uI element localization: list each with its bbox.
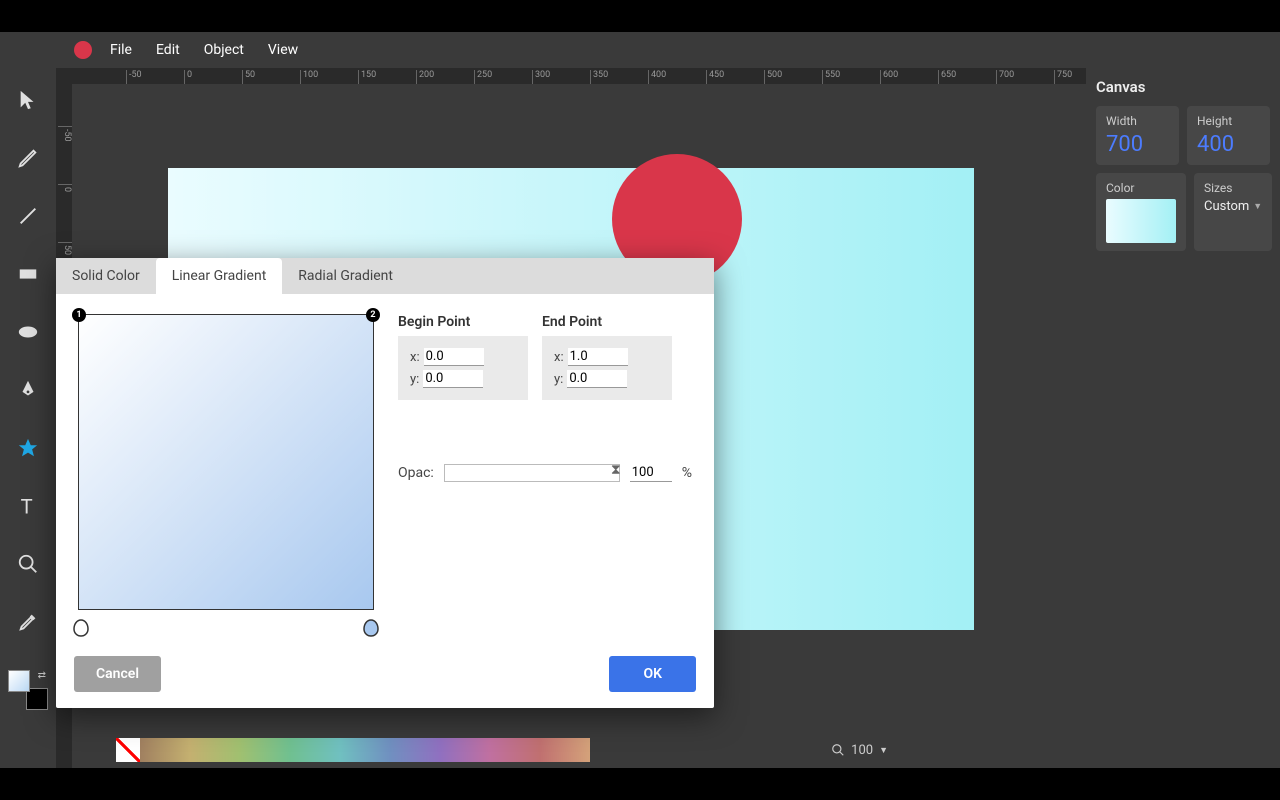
right-panel: Canvas Width 700 Height 400 Color Sizes bbox=[1086, 68, 1280, 768]
ruler-tick: 0 bbox=[58, 184, 72, 192]
end-point-title: End Point bbox=[542, 314, 672, 330]
zoom-indicator[interactable]: 100 ▼ bbox=[831, 743, 888, 758]
begin-point-title: Begin Point bbox=[398, 314, 528, 330]
tab-solid-color[interactable]: Solid Color bbox=[56, 258, 156, 294]
ruler-tick: 50 bbox=[242, 70, 255, 84]
begin-x-label: x: bbox=[410, 350, 420, 365]
ruler-tick: -50 bbox=[126, 70, 142, 84]
line-tool-icon[interactable] bbox=[14, 202, 42, 230]
ruler-tick: 350 bbox=[590, 70, 608, 84]
end-x-input[interactable] bbox=[568, 348, 628, 366]
chevron-down-icon[interactable]: ▼ bbox=[1253, 201, 1262, 212]
opacity-slider-thumb-icon[interactable]: ⧗ bbox=[611, 462, 621, 478]
ruler-tick: 200 bbox=[416, 70, 434, 84]
zoom-icon bbox=[831, 743, 845, 757]
menu-file[interactable]: File bbox=[110, 42, 132, 58]
sizes-box[interactable]: Sizes Custom ▼ bbox=[1194, 173, 1272, 251]
end-point-box: End Point x: y: bbox=[542, 314, 672, 400]
dialog-tabs: Solid Color Linear Gradient Radial Gradi… bbox=[56, 258, 714, 294]
gradient-handle-2[interactable]: 2 bbox=[366, 308, 380, 322]
ellipse-tool-icon[interactable] bbox=[14, 318, 42, 346]
palette-strip[interactable] bbox=[140, 738, 590, 762]
canvas-color-swatch[interactable] bbox=[1106, 199, 1176, 243]
width-label: Width bbox=[1106, 114, 1169, 128]
canvas-panel-title: Canvas bbox=[1096, 78, 1270, 96]
width-box[interactable]: Width 700 bbox=[1096, 106, 1179, 165]
menu-edit[interactable]: Edit bbox=[156, 42, 180, 58]
gradient-dialog: Solid Color Linear Gradient Radial Gradi… bbox=[56, 258, 714, 708]
star-tool-icon[interactable] bbox=[14, 434, 42, 462]
color-swap[interactable]: ⇄ bbox=[8, 670, 48, 710]
ruler-tick: 600 bbox=[880, 70, 898, 84]
ruler-tick: 50 bbox=[58, 242, 72, 255]
opacity-slider[interactable]: ⧗ bbox=[444, 464, 620, 482]
foreground-color-swatch[interactable] bbox=[8, 670, 30, 692]
sizes-value: Custom bbox=[1204, 199, 1249, 214]
rectangle-tool-icon[interactable] bbox=[14, 260, 42, 288]
sizes-label: Sizes bbox=[1204, 181, 1262, 195]
gradient-stop-right[interactable] bbox=[362, 618, 380, 638]
color-label: Color bbox=[1106, 181, 1176, 195]
ruler-tick: 300 bbox=[532, 70, 550, 84]
begin-y-label: y: bbox=[410, 372, 419, 387]
text-tool-icon[interactable]: T bbox=[14, 492, 42, 520]
pointer-tool-icon[interactable] bbox=[14, 86, 42, 114]
app-logo-icon bbox=[74, 41, 92, 59]
end-y-label: y: bbox=[554, 372, 563, 387]
ruler-tick: 700 bbox=[996, 70, 1014, 84]
begin-point-box: Begin Point x: y: bbox=[398, 314, 528, 400]
no-color-swatch-icon[interactable] bbox=[116, 738, 140, 762]
svg-text:T: T bbox=[21, 495, 33, 517]
zoom-tool-icon[interactable] bbox=[14, 550, 42, 578]
gradient-stop-left[interactable] bbox=[72, 618, 90, 638]
tab-radial-gradient[interactable]: Radial Gradient bbox=[282, 258, 409, 294]
gradient-preview-box[interactable]: 1 2 bbox=[78, 314, 374, 610]
end-x-label: x: bbox=[554, 350, 564, 365]
swap-colors-icon[interactable]: ⇄ bbox=[38, 670, 46, 681]
height-label: Height bbox=[1197, 114, 1260, 128]
begin-x-input[interactable] bbox=[424, 348, 484, 366]
menubar: File Edit Object View bbox=[0, 32, 1280, 68]
end-y-input[interactable] bbox=[567, 370, 627, 388]
left-toolbar: T ⇄ bbox=[0, 68, 56, 768]
ruler-tick: 750 bbox=[1054, 70, 1072, 84]
ruler-corner bbox=[56, 68, 72, 84]
ruler-tick: 150 bbox=[358, 70, 376, 84]
pen-tool-icon[interactable] bbox=[14, 376, 42, 404]
horizontal-ruler[interactable]: -50 0 50 100 150 200 250 300 350 400 450… bbox=[72, 68, 1086, 84]
color-palette[interactable] bbox=[116, 738, 590, 762]
height-box[interactable]: Height 400 bbox=[1187, 106, 1270, 165]
gradient-controls: Begin Point x: y: End Point bbox=[398, 314, 692, 640]
cancel-button[interactable]: Cancel bbox=[74, 656, 161, 692]
ruler-tick: 650 bbox=[938, 70, 956, 84]
ruler-tick: 100 bbox=[300, 70, 318, 84]
ruler-tick: 400 bbox=[648, 70, 666, 84]
ruler-tick: 0 bbox=[184, 70, 192, 84]
color-box[interactable]: Color bbox=[1096, 173, 1186, 251]
menu-view[interactable]: View bbox=[268, 42, 298, 58]
opacity-label: Opac: bbox=[398, 465, 434, 481]
height-value: 400 bbox=[1197, 132, 1260, 157]
dialog-footer: Cancel OK bbox=[56, 650, 714, 708]
menu-object[interactable]: Object bbox=[204, 42, 244, 58]
pencil-tool-icon[interactable] bbox=[14, 144, 42, 172]
eyedropper-tool-icon[interactable] bbox=[14, 608, 42, 636]
width-value: 700 bbox=[1106, 132, 1169, 157]
bottom-bar: 100 ▼ bbox=[112, 732, 892, 768]
begin-y-input[interactable] bbox=[423, 370, 483, 388]
zoom-value: 100 bbox=[851, 743, 873, 758]
gradient-handle-1[interactable]: 1 bbox=[72, 308, 86, 322]
ruler-tick: 550 bbox=[822, 70, 840, 84]
ruler-tick: -50 bbox=[58, 126, 72, 142]
ok-button[interactable]: OK bbox=[609, 656, 696, 692]
ruler-tick: 450 bbox=[706, 70, 724, 84]
ruler-tick: 500 bbox=[764, 70, 782, 84]
opacity-unit: % bbox=[682, 465, 692, 481]
gradient-preview: 1 2 bbox=[78, 314, 374, 640]
chevron-down-icon[interactable]: ▼ bbox=[879, 745, 888, 756]
ruler-tick: 250 bbox=[474, 70, 492, 84]
gradient-stop-slider[interactable] bbox=[78, 616, 374, 640]
opacity-input[interactable] bbox=[630, 464, 672, 482]
tab-linear-gradient[interactable]: Linear Gradient bbox=[156, 258, 283, 294]
